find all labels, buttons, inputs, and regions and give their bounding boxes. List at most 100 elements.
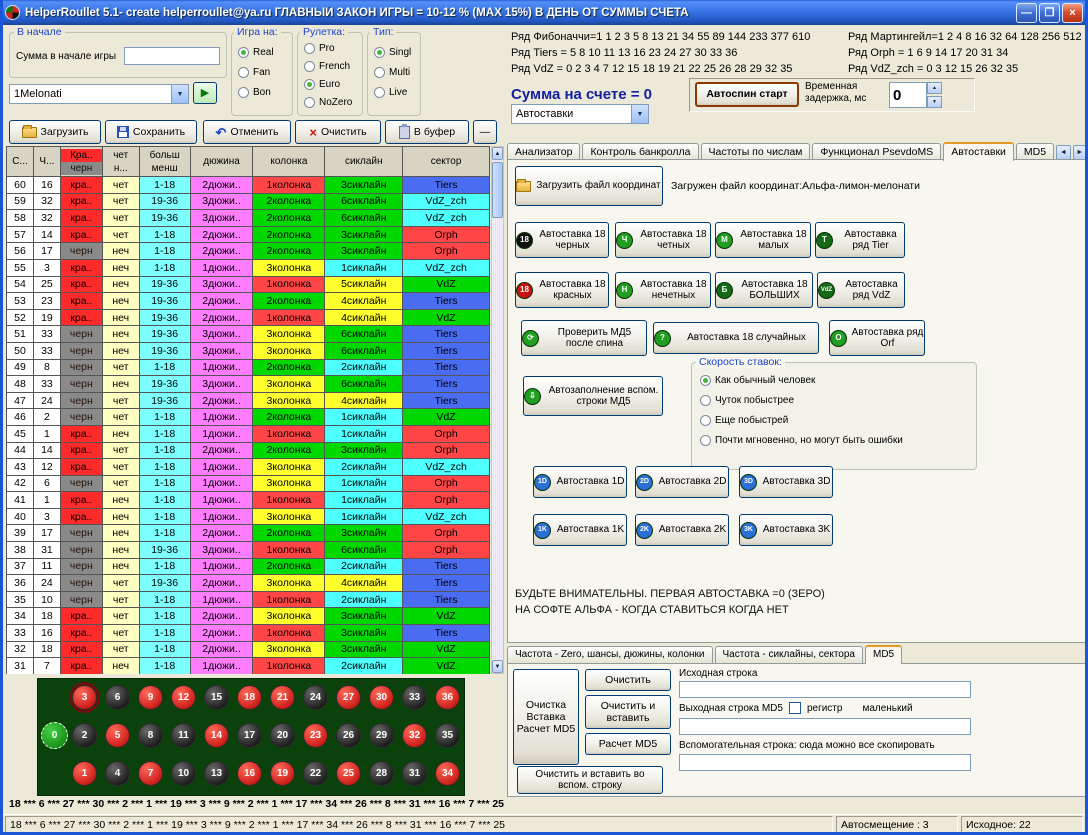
clear-button[interactable]: ×Очистить (295, 120, 381, 144)
chevron-down-icon[interactable]: ▼ (171, 85, 188, 103)
board-number[interactable]: 19 (270, 761, 295, 786)
radio-roulette-pro[interactable]: Pro (304, 43, 335, 54)
radio-roulette-nozero[interactable]: NoZero (304, 97, 352, 108)
autospin-start-button[interactable]: Автоспин старт (695, 82, 799, 107)
board-number[interactable]: 27 (336, 685, 361, 710)
table-row[interactable]: 3316кра..чет1-182дюжи..1колонка3сиклайнT… (7, 625, 490, 642)
tab-freq-chances[interactable]: Частота - Zero, шансы, дюжины, колонки (507, 646, 713, 663)
tab-md5[interactable]: MD5 (1016, 143, 1054, 160)
board-number[interactable]: 2 (72, 723, 97, 748)
board-number[interactable]: 14 (204, 723, 229, 748)
board-number[interactable]: 26 (336, 723, 361, 748)
board-number[interactable]: 12 (171, 685, 196, 710)
board-number[interactable]: 22 (303, 761, 328, 786)
board-number[interactable]: 6 (105, 685, 130, 710)
minimize-button-icon[interactable]: — (1016, 3, 1037, 23)
tab-frequencies[interactable]: Частоты по числам (701, 143, 811, 160)
md5-helper-input[interactable] (679, 754, 971, 771)
delay-input[interactable] (889, 82, 927, 108)
board-number[interactable]: 25 (336, 761, 361, 786)
play-button[interactable]: ▶ (193, 82, 217, 104)
board-number[interactable]: 5 (105, 723, 130, 748)
board-number[interactable]: 31 (402, 761, 427, 786)
table-row[interactable]: 3624чернчет19-362дюжи..3колонка4сиклайнT… (7, 575, 490, 592)
autofill-md5-button[interactable]: ⇩Автозаполнение вспом. строки МД5 (523, 376, 663, 416)
bet-row-vdz-button[interactable]: VdZАвтоставка ряд VdZ (817, 272, 905, 308)
to-buffer-button[interactable]: В буфер (385, 120, 469, 144)
bet-row-orf-button[interactable]: ОАвтоставка ряд Orf (829, 320, 925, 356)
scrollbar-thumb[interactable] (492, 162, 503, 218)
table-row[interactable]: 6016кра..чет1-182дюжи..1колонка3сиклайнT… (7, 177, 490, 194)
save-button[interactable]: Сохранить (105, 120, 197, 144)
radio-roulette-french[interactable]: French (304, 61, 350, 72)
table-row[interactable]: 3831черннеч19-363дюжи..1колонка6сиклайнO… (7, 542, 490, 559)
board-number[interactable]: 17 (237, 723, 262, 748)
board-number[interactable]: 4 (105, 761, 130, 786)
bet-1k-button[interactable]: 1KАвтоставка 1K (533, 514, 627, 546)
board-number[interactable]: 13 (204, 761, 229, 786)
radio-type-singl[interactable]: Singl (374, 47, 411, 58)
board-number[interactable]: 7 (138, 761, 163, 786)
md5-output-input[interactable] (679, 718, 971, 735)
scroll-down-icon[interactable]: ▼ (492, 660, 503, 673)
bet-3d-button[interactable]: 3DАвтоставка 3D (739, 466, 833, 498)
close-button-icon[interactable]: × (1062, 3, 1083, 23)
board-number[interactable]: 15 (204, 685, 229, 710)
bet-18-odd-button[interactable]: НАвтоставка 18 нечетных (615, 272, 711, 308)
bet-3k-button[interactable]: 3KАвтоставка 3K (739, 514, 833, 546)
collapse-button[interactable]: — (473, 120, 497, 144)
tabs-scroll-left-icon[interactable]: ◄ (1056, 145, 1070, 160)
bet-2k-button[interactable]: 2KАвтоставка 2K (635, 514, 729, 546)
table-row[interactable]: 5932кра..чет19-363дюжи..2колонка6сиклайн… (7, 194, 490, 211)
undo-button[interactable]: ↶Отменить (203, 120, 291, 144)
table-row[interactable]: 5425кра..неч19-363дюжи..1колонка5сиклайн… (7, 277, 490, 294)
radio-speed-instant[interactable]: Почти мгновенно, но могут быть ошибки (700, 435, 903, 446)
tab-autobets[interactable]: Автоставки (943, 142, 1014, 161)
radio-roulette-euro[interactable]: Euro (304, 79, 340, 90)
scroll-up-icon[interactable]: ▲ (492, 147, 503, 160)
table-row[interactable]: 426чернчет1-181дюжи..3колонка1сиклайнOrp… (7, 476, 490, 493)
register-checkbox[interactable] (789, 702, 801, 714)
table-row[interactable]: 317кра..неч1-181дюжи..1колонка2сиклайнVd… (7, 658, 490, 674)
board-number[interactable]: 35 (435, 723, 460, 748)
tab-bottom-md5[interactable]: MD5 (865, 645, 902, 664)
autobets-combobox[interactable]: Автоставки ▼ (511, 104, 649, 124)
table-row[interactable]: 411кра..неч1-181дюжи..1колонка1сиклайнOr… (7, 492, 490, 509)
table-row[interactable]: 5033черннеч19-363дюжи..3колонка6сиклайнT… (7, 343, 490, 360)
maximize-button-icon[interactable]: ❐ (1039, 3, 1060, 23)
tabs-scroll-right-icon[interactable]: ► (1073, 145, 1087, 160)
radio-game-fan[interactable]: Fan (238, 67, 270, 78)
bet-18-random-button[interactable]: ?Автоставка 18 случайных (653, 322, 819, 354)
tab-freq-sectors[interactable]: Частота - сиклайны, сектора (715, 646, 863, 663)
board-number[interactable]: 18 (237, 685, 262, 710)
bet-1d-button[interactable]: 1DАвтоставка 1D (533, 466, 627, 498)
table-scrollbar[interactable]: ▲ ▼ (491, 146, 504, 674)
bet-row-tier-button[interactable]: ТАвтоставка ряд Tier (815, 222, 905, 258)
board-number[interactable]: 29 (369, 723, 394, 748)
board-number[interactable]: 32 (402, 723, 427, 748)
table-row[interactable]: 3917черннеч1-182дюжи..2колонка3сиклайнOr… (7, 525, 490, 542)
table-row[interactable]: 5832кра..чет19-363дюжи..2колонка6сиклайн… (7, 210, 490, 227)
md5-clear-paste-button[interactable]: Очистить и вставить (585, 695, 671, 729)
radio-game-real[interactable]: Real (238, 47, 274, 58)
table-row[interactable]: 5219кра..неч19-362дюжи..1колонка4сиклайн… (7, 310, 490, 327)
bet-18-red-button[interactable]: 18Автоставка 18 красных (515, 272, 609, 308)
table-row[interactable]: 5323кра..неч19-362дюжи..2колонка4сиклайн… (7, 293, 490, 310)
board-number[interactable]: 1 (72, 761, 97, 786)
board-number[interactable]: 30 (369, 685, 394, 710)
table-row[interactable]: 5133черннеч19-363дюжи..3колонка6сиклайнT… (7, 326, 490, 343)
bet-18-even-button[interactable]: ЧАвтоставка 18 четных (615, 222, 711, 258)
table-row[interactable]: 3218кра..чет1-182дюжи..3колонка3сиклайнV… (7, 642, 490, 659)
board-number[interactable]: 16 (237, 761, 262, 786)
board-number[interactable]: 28 (369, 761, 394, 786)
table-row[interactable]: 403кра..неч1-181дюжи..3колонка1сиклайнVd… (7, 509, 490, 526)
check-md5-after-spin-button[interactable]: ⟳Проверить МД5 после спина (521, 320, 647, 356)
md5-clear-button[interactable]: Очистить (585, 669, 671, 691)
md5-source-input[interactable] (679, 681, 971, 698)
board-number[interactable]: 36 (435, 685, 460, 710)
table-row[interactable]: 3510чернчет1-181дюжи..1колонка2сиклайнTi… (7, 592, 490, 609)
profile-combobox[interactable]: 1Melonati ▼ (9, 84, 189, 104)
table-row[interactable]: 4414кра..чет1-182дюжи..2колонка3сиклайнO… (7, 443, 490, 460)
board-number[interactable]: 10 (171, 761, 196, 786)
board-number[interactable]: 23 (303, 723, 328, 748)
